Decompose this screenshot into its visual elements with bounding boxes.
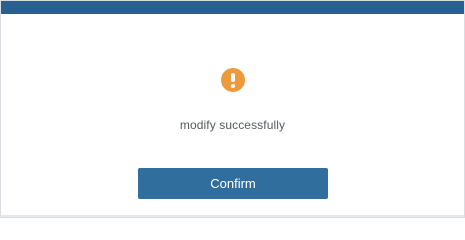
exclamation-mark-dot (231, 84, 235, 88)
dialog-title-bar (1, 1, 464, 14)
dialog-bottom-edge (1, 215, 464, 217)
dialog-message: modify successfully (179, 118, 286, 132)
exclamation-mark-stroke (231, 73, 235, 82)
message-dialog: modify successfully Confirm (0, 0, 465, 218)
exclamation-circle-icon (221, 68, 245, 92)
confirm-button[interactable]: Confirm (138, 168, 328, 199)
